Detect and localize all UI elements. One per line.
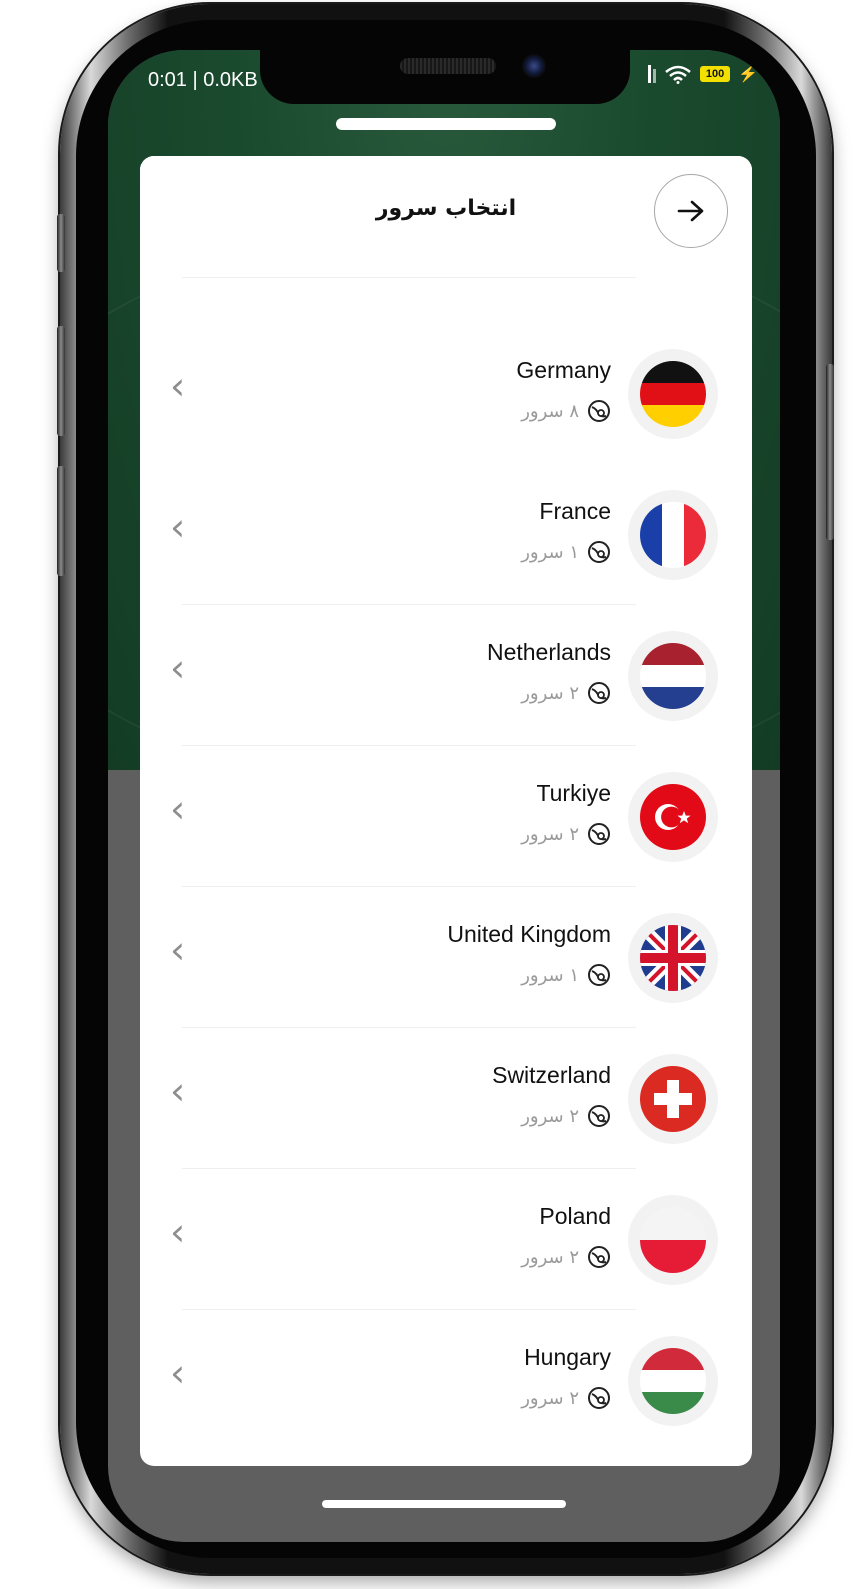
server-planet-icon — [588, 541, 610, 563]
server-count: ۲ سرور — [521, 822, 611, 846]
server-planet-icon — [588, 400, 610, 422]
france-flag-icon — [640, 502, 706, 568]
home-indicator[interactable] — [322, 1500, 566, 1508]
server-planet-icon — [588, 1105, 610, 1127]
sheet-header: انتخاب سرور — [140, 156, 752, 272]
chevron-left-icon: ‹ — [170, 787, 186, 831]
netherlands-flag-icon — [640, 643, 706, 709]
chevron-left-icon: ‹ — [170, 928, 186, 972]
sheet-drag-handle[interactable] — [336, 118, 556, 130]
server-count: ۸ سرور — [521, 399, 611, 423]
flag-wrap — [628, 1195, 718, 1285]
server-row-turkiye[interactable]: Turkiye ۲ سرور ‹ — [140, 746, 752, 887]
divider — [182, 277, 636, 278]
flag-wrap — [628, 490, 718, 580]
server-count-text: ۲ سرور — [521, 823, 579, 845]
wifi-icon — [665, 65, 691, 84]
server-row-germany[interactable]: Germany ۸ سرور ‹ — [140, 323, 752, 464]
speaker-grille — [400, 58, 496, 74]
server-count: ۲ سرور — [521, 1104, 611, 1128]
server-count-text: ۲ سرور — [521, 1105, 579, 1127]
silent-switch — [57, 466, 65, 576]
country-name: Poland — [539, 1203, 611, 1229]
flag-wrap — [628, 349, 718, 439]
chevron-left-icon: ‹ — [170, 646, 186, 690]
chevron-left-icon: ‹ — [170, 364, 186, 408]
notch — [260, 50, 630, 104]
signal-icon — [648, 65, 657, 83]
uk-flag-icon — [640, 925, 706, 991]
server-planet-icon — [588, 1246, 610, 1268]
chevron-left-icon: ‹ — [170, 1069, 186, 1113]
country-name: Hungary — [524, 1344, 611, 1370]
flag-wrap — [628, 1054, 718, 1144]
turkiye-flag-icon — [640, 784, 706, 850]
server-count: ۲ سرور — [521, 681, 611, 705]
server-planet-icon — [588, 682, 610, 704]
flag-wrap — [628, 631, 718, 721]
server-planet-icon — [588, 823, 610, 845]
server-count-text: ۸ سرور — [521, 400, 579, 422]
server-row-france[interactable]: France ۱ سرور ‹ — [140, 464, 752, 605]
server-count-text: ۱ سرور — [521, 541, 579, 563]
country-name: Switzerland — [492, 1062, 611, 1088]
germany-flag-icon — [640, 361, 706, 427]
chevron-left-icon: ‹ — [170, 505, 186, 549]
server-count-text: ۲ سرور — [521, 1387, 579, 1409]
server-row-poland[interactable]: Poland ۲ سرور ‹ — [140, 1169, 752, 1310]
server-row-netherlands[interactable]: Netherlands ۲ سرور ‹ — [140, 605, 752, 746]
server-count: ۲ سرور — [521, 1386, 611, 1410]
country-name: Germany — [516, 357, 611, 383]
flag-wrap — [628, 772, 718, 862]
server-count: ۱ سرور — [521, 540, 611, 564]
flag-wrap — [628, 1336, 718, 1426]
server-planet-icon — [588, 964, 610, 986]
server-row-united-kingdom[interactable]: United Kingdom ۱ سرور ‹ — [140, 887, 752, 1028]
status-icons: 100 ⚡ — [648, 64, 758, 84]
chevron-left-icon: ‹ — [170, 1351, 186, 1395]
server-count: ۲ سرور — [521, 1245, 611, 1269]
server-count-text: ۲ سرور — [521, 1246, 579, 1268]
arrow-right-icon — [677, 200, 704, 222]
country-name: Netherlands — [486, 639, 611, 665]
switzerland-flag-icon — [640, 1066, 706, 1132]
country-name: Turkiye — [536, 780, 611, 806]
hungary-flag-icon — [640, 1348, 706, 1414]
server-picker-sheet: Germany ۸ سرور ‹ France ۱ سرور ‹ Netherl… — [140, 156, 752, 1466]
status-time-speed: 0:01 | 0.0KB — [148, 69, 258, 91]
back-button[interactable] — [654, 174, 728, 248]
screen: 0:01 | 0.0KB 100 ⚡ Germany ۸ سرور ‹ Fran… — [108, 50, 780, 1542]
poland-flag-icon — [640, 1207, 706, 1273]
country-name: United Kingdom — [447, 921, 611, 947]
volume-up-button — [57, 214, 65, 272]
front-camera — [522, 54, 546, 78]
chevron-left-icon: ‹ — [170, 1210, 186, 1254]
server-count: ۱ سرور — [521, 963, 611, 987]
server-row-switzerland[interactable]: Switzerland ۲ سرور ‹ — [140, 1028, 752, 1169]
flag-wrap — [628, 913, 718, 1003]
charging-icon: ⚡ — [738, 66, 758, 83]
server-planet-icon — [588, 1387, 610, 1409]
battery-icon: 100 — [700, 66, 731, 82]
server-count-text: ۲ سرور — [521, 682, 579, 704]
server-row-hungary[interactable]: Hungary ۲ سرور ‹ — [140, 1310, 752, 1451]
volume-down-button — [57, 326, 65, 436]
power-button — [826, 364, 834, 540]
country-name: France — [539, 498, 611, 524]
server-count-text: ۱ سرور — [521, 964, 579, 986]
